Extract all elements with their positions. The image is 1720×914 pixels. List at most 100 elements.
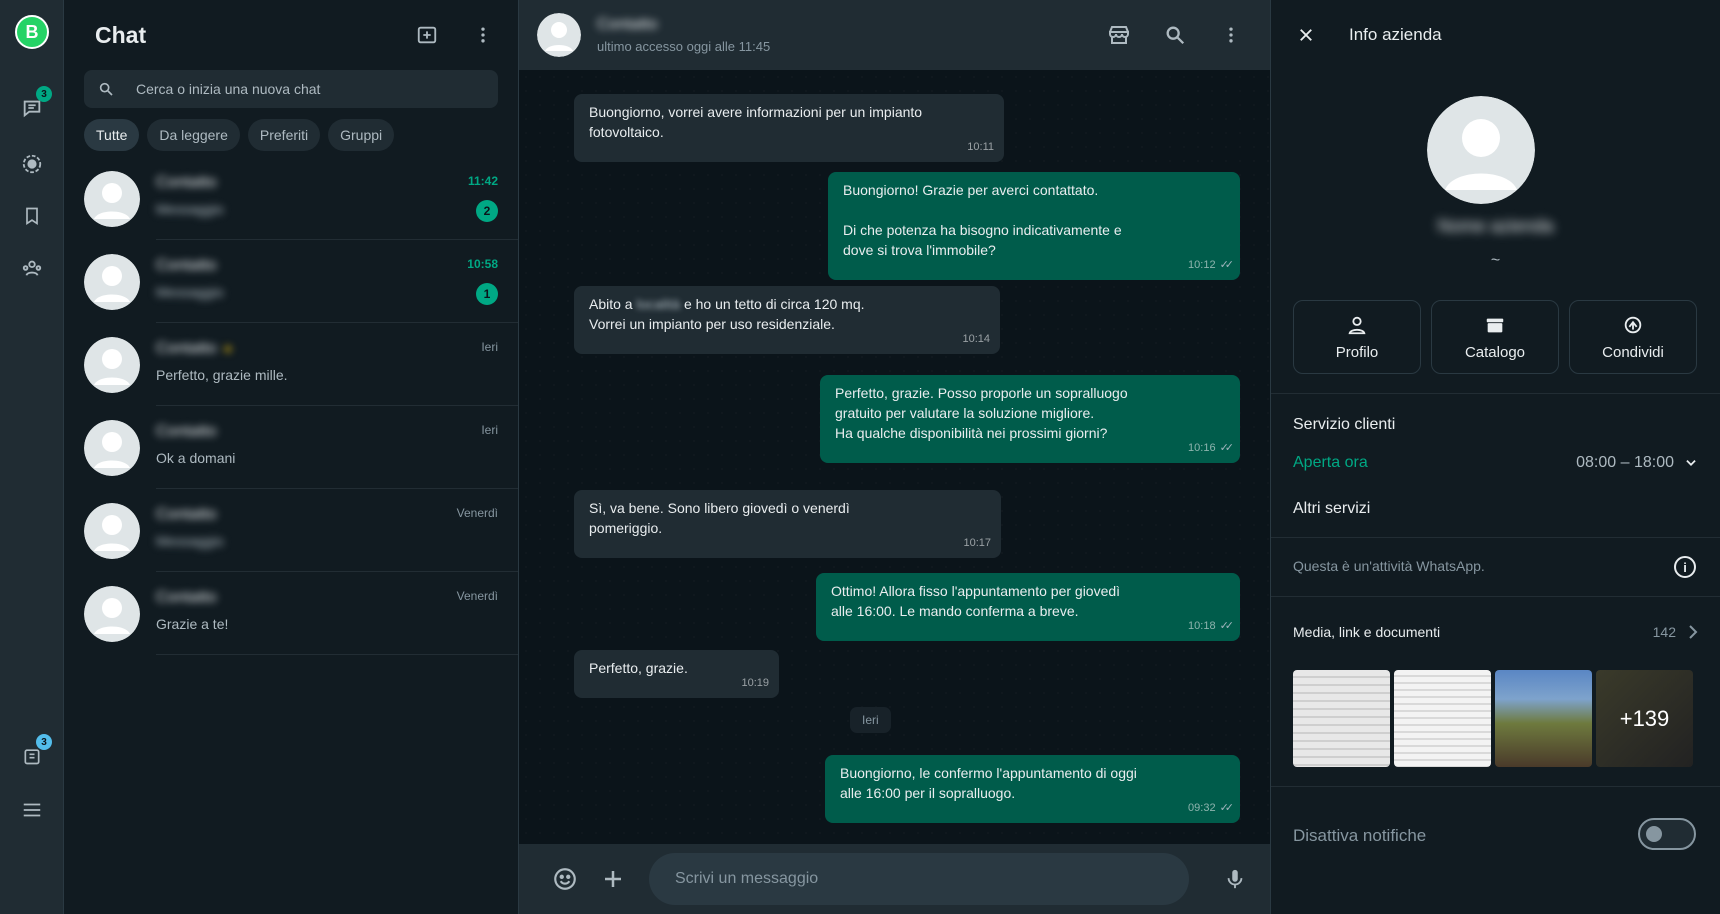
voice-message-button[interactable] <box>1217 861 1253 897</box>
chat-row[interactable]: Contatto ★ Perfetto, grazie mille. Ieri <box>64 323 518 406</box>
chat-row-time: Ieri <box>481 340 498 354</box>
rail-archive-button[interactable]: 3 <box>14 734 52 774</box>
media-thumbnail[interactable] <box>1394 670 1491 767</box>
logo-letter: B <box>25 21 39 42</box>
person-icon <box>1348 316 1366 334</box>
message-input[interactable] <box>649 853 1189 905</box>
info-actions: Profilo Catalogo Condividi <box>1293 300 1697 374</box>
message-text-part: Abito a <box>589 296 637 312</box>
divider <box>1271 537 1720 538</box>
redacted-location: località <box>636 296 681 312</box>
more-media-count: +139 <box>1619 705 1670 731</box>
filter-gruppi[interactable]: Gruppi <box>328 119 395 151</box>
chat-row[interactable]: Contatto Grazie a te! Venerdì <box>64 572 518 655</box>
message-outgoing[interactable]: Perfetto, grazie. Posso proporle un sopr… <box>820 375 1240 463</box>
message-composer <box>519 844 1270 914</box>
chat-row-name: Contatto <box>156 506 217 523</box>
message-outgoing[interactable]: Buongiorno, le confermo l'appuntamento d… <box>825 755 1240 823</box>
search-icon <box>99 82 113 96</box>
message-incoming[interactable]: Buongiorno, vorrei avere informazioni pe… <box>574 94 1004 162</box>
business-avatar[interactable] <box>1427 96 1535 204</box>
hamburger-menu-icon <box>23 803 41 817</box>
chat-row-name: Contatto <box>156 589 217 606</box>
conversation-search-button[interactable] <box>1160 20 1190 50</box>
catalog-button[interactable] <box>1104 20 1134 50</box>
media-thumbnail[interactable] <box>1495 670 1592 767</box>
chat-row-preview: Messaggio <box>156 284 224 300</box>
microphone-icon <box>1227 869 1243 889</box>
search-input[interactable] <box>136 81 466 97</box>
filter-tutte[interactable]: Tutte <box>84 119 140 151</box>
close-icon <box>1300 29 1312 41</box>
filter-preferiti[interactable]: Preferiti <box>247 119 321 151</box>
filter-da-leggere[interactable]: Da leggere <box>147 119 240 151</box>
chat-row-name: Contatto <box>156 423 217 440</box>
business-logo[interactable]: B <box>14 14 50 50</box>
contact-name: Contatto <box>597 16 658 33</box>
chevron-right-icon <box>1689 625 1698 639</box>
list-menu-button[interactable] <box>468 20 498 50</box>
rail-chats-button[interactable]: 3 <box>14 86 52 126</box>
chat-row-name: Contatto ★ <box>156 340 233 358</box>
unread-badge: 2 <box>476 200 498 222</box>
message-outgoing[interactable]: Ottimo! Allora fisso l'appuntamento per … <box>816 573 1240 641</box>
conversation-panel: Contatto ultimo accesso oggi alle 11:45 … <box>519 0 1271 914</box>
message-incoming[interactable]: Sì, va bene. Sono libero giovedì o vener… <box>574 490 1001 558</box>
chat-row[interactable]: Contatto Messaggio 10:58 1 <box>64 240 518 323</box>
rail-channels-button[interactable] <box>14 198 50 234</box>
chat-row-time: 10:58 <box>467 257 498 271</box>
chat-row-time: Venerdì <box>456 589 498 603</box>
new-chat-button[interactable] <box>412 20 442 50</box>
conversation-menu-button[interactable] <box>1216 20 1246 50</box>
message-text: Abito a località e ho un tetto di circa … <box>589 294 988 334</box>
message-text: Perfetto, grazie. Posso proporle un sopr… <box>835 385 1128 441</box>
emoji-button[interactable] <box>547 861 583 897</box>
divider <box>1271 786 1720 787</box>
message-text: Ottimo! Allora fisso l'appuntamento per … <box>831 583 1121 619</box>
mute-notifications-toggle[interactable] <box>1638 818 1696 850</box>
media-thumbnail[interactable] <box>1293 670 1390 767</box>
chat-row-time: 11:42 <box>467 174 498 188</box>
chat-row[interactable]: Contatto Messaggio 11:42 2 <box>64 157 518 240</box>
search-bar[interactable] <box>84 70 498 108</box>
chat-row-preview: Perfetto, grazie mille. <box>156 367 288 383</box>
message-time: 10:12 <box>1188 259 1216 271</box>
last-seen-status: ultimo accesso oggi alle 11:45 <box>597 39 771 54</box>
profile-button[interactable]: Profilo <box>1293 300 1421 374</box>
double-check-icon: ✓✓ <box>1219 620 1235 632</box>
contact-avatar[interactable] <box>537 13 581 57</box>
rail-communities-button[interactable] <box>14 250 50 286</box>
message-incoming[interactable]: Abito a località e ho un tetto di circa … <box>574 286 1000 354</box>
other-services-title[interactable]: Altri servizi <box>1293 500 1370 518</box>
rail-status-button[interactable] <box>14 146 50 182</box>
communities-icon <box>22 260 42 276</box>
message-outgoing[interactable]: Buongiorno! Grazie per averci contattato… <box>828 172 1240 280</box>
business-info-panel: Info azienda Nome azienda ~ Profilo Cata… <box>1271 0 1720 914</box>
media-links-docs[interactable]: Media, link e documenti 142 <box>1293 624 1698 640</box>
attach-button[interactable] <box>595 861 631 897</box>
close-info-button[interactable] <box>1291 20 1321 50</box>
double-check-icon: ✓✓ <box>1219 802 1235 814</box>
catalog-action-button[interactable]: Catalogo <box>1431 300 1559 374</box>
chevron-down-icon <box>1686 460 1696 466</box>
info-icon[interactable]: i <box>1674 556 1696 578</box>
status-icon <box>22 154 42 174</box>
message-text: Buongiorno, vorrei avere informazioni pe… <box>589 104 923 140</box>
rail-menu-button[interactable] <box>14 792 50 828</box>
message-text: Buongiorno, le confermo l'appuntamento d… <box>840 765 1137 801</box>
opening-hours[interactable]: 08:00 – 18:00 <box>1576 454 1698 472</box>
message-text: Perfetto, grazie. <box>589 660 688 676</box>
avatar <box>84 170 140 227</box>
chat-row[interactable]: Contatto Ok a domani Ieri <box>64 406 518 489</box>
share-button[interactable]: Condividi <box>1569 300 1697 374</box>
chat-row-name: Contatto <box>156 174 217 191</box>
media-more-thumbnail[interactable]: +139 <box>1596 670 1693 767</box>
conversation-header[interactable]: Contatto ultimo accesso oggi alle 11:45 <box>519 0 1270 70</box>
open-now-status: Aperta ora <box>1293 454 1368 471</box>
message-text: Sì, va bene. Sono libero giovedì o vener… <box>589 500 850 536</box>
chat-row-name: Contatto <box>156 257 217 274</box>
chat-row[interactable]: Contatto Messaggio Venerdì <box>64 489 518 572</box>
avatar <box>84 253 140 310</box>
message-incoming[interactable]: Perfetto, grazie. 10:19 <box>574 650 779 698</box>
message-time: 10:11 <box>967 141 994 153</box>
